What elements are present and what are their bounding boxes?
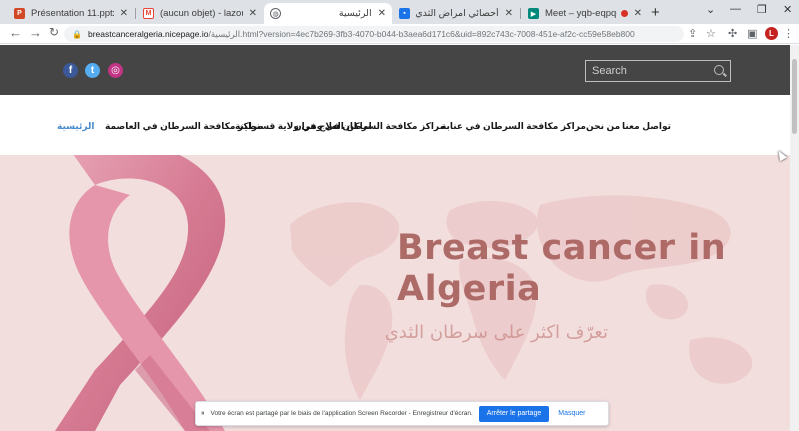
forward-arrow-icon[interactable]: → — [29, 25, 42, 40]
lock-icon[interactable]: 🔒 — [72, 30, 82, 39]
side-panel-icon[interactable]: ▣ — [747, 27, 757, 40]
site-topbar: f t ◎ — [0, 45, 790, 95]
browser-toolbar: ← → ↻ 🔒 breastcanceralgeria.nicepage.io … — [0, 24, 799, 44]
screen-share-bar: ⏸ Votre écran est partagé par le biais d… — [195, 401, 609, 426]
profile-avatar[interactable]: L — [765, 27, 778, 40]
close-icon[interactable]: ✕ — [634, 8, 642, 19]
back-arrow-icon[interactable]: ← — [9, 25, 22, 40]
site-icon: ▪ — [399, 8, 410, 19]
tab-title: Meet – yqb-eqpq-bih — [545, 8, 617, 19]
close-window-icon[interactable]: ✕ — [783, 3, 792, 16]
address-bar[interactable]: 🔒 breastcanceralgeria.nicepage.io /الرئي… — [64, 26, 684, 42]
restore-icon[interactable]: ❐ — [757, 3, 767, 16]
url-host: breastcanceralgeria.nicepage.io — [87, 29, 209, 39]
web-page: f t ◎ تواصل معنا من نحن مراكز مكافحة الس… — [0, 45, 790, 431]
page-scrollbar[interactable] — [790, 45, 799, 431]
reload-icon[interactable]: ↻ — [49, 25, 59, 39]
scrollbar-thumb[interactable] — [792, 59, 797, 134]
menu-dots-icon[interactable]: ⋮ — [783, 27, 794, 40]
close-icon[interactable]: ✕ — [120, 8, 128, 19]
hide-button[interactable]: Masquer — [558, 410, 585, 417]
share-icon[interactable]: ⇪ — [688, 27, 697, 40]
nav-item-home[interactable]: الرئيسية — [57, 121, 94, 132]
meet-icon: ▶ — [528, 8, 539, 19]
pink-ribbon-image — [55, 155, 226, 431]
nav-item-about[interactable]: من نحن — [586, 121, 620, 132]
powerpoint-icon: P — [14, 8, 25, 19]
hero-subtitle: تعرّف اكثر على سرطان الثدي — [384, 322, 608, 343]
close-icon[interactable]: ✕ — [249, 8, 257, 19]
extensions-puzzle-icon[interactable]: ✣ — [728, 27, 737, 40]
tab-divider — [520, 8, 521, 19]
tab-title: أحصائي امراض الثدي في الجزا — [416, 8, 499, 19]
hero-title-line2: Algeria — [397, 269, 542, 309]
twitter-icon[interactable]: t — [85, 63, 100, 78]
stop-sharing-button[interactable]: Arrêter le partage — [478, 405, 550, 422]
browser-tab-site[interactable]: ▪ أحصائي امراض الثدي في الجزا ✕ — [393, 3, 519, 24]
hero-title-line1: Breast cancer in — [397, 228, 727, 268]
site-search — [585, 60, 731, 82]
nav-item-contact[interactable]: تواصل معنا — [622, 121, 671, 132]
hero-title: Breast cancer in Algeria — [397, 228, 787, 310]
browser-tab-gmail[interactable]: M (aucun objet) - lazounedalal ✕ — [137, 3, 263, 24]
main-navigation: تواصل معنا من نحن مراكز مكافحة السرطان ف… — [0, 95, 790, 155]
minimize-icon[interactable]: — — [730, 3, 741, 15]
tab-title: الرئيسية — [338, 8, 372, 19]
nav-item-algiers[interactable]: مراكز مكافحة السرطان في العاصمة — [105, 121, 263, 132]
nav-item-annaba[interactable]: مراكز مكافحة السرطان في عنابة — [441, 121, 586, 132]
tab-divider — [135, 8, 136, 19]
gmail-icon: M — [143, 8, 154, 19]
url-path: /الرئيسية.html?version=4ec7b269-3fb3-407… — [208, 28, 635, 39]
search-input[interactable] — [592, 65, 707, 77]
instagram-icon[interactable]: ◎ — [108, 63, 123, 78]
browser-tabstrip: P Présentation 11.pptx - Micro ✕ M (aucu… — [0, 0, 799, 24]
share-message: Votre écran est partagé par le biais de … — [210, 410, 473, 417]
tab-title: Présentation 11.pptx - Micro — [31, 8, 114, 19]
facebook-icon[interactable]: f — [63, 63, 78, 78]
browser-tab-meet[interactable]: ▶ Meet – yqb-eqpq-bih ✕ — [522, 3, 648, 24]
new-tab-plus-icon[interactable]: + — [651, 4, 660, 21]
close-icon[interactable]: ✕ — [505, 8, 513, 19]
close-icon[interactable]: ✕ — [378, 8, 386, 19]
recording-icon — [620, 10, 628, 17]
search-icon[interactable] — [714, 65, 724, 75]
globe-icon: ◍ — [270, 8, 281, 19]
tab-search-chevron-icon[interactable]: ⌄ — [706, 3, 715, 16]
browser-tab-active[interactable]: ◍ الرئيسية ✕ — [264, 3, 392, 24]
hero-section: Breast cancer in Algeria تعرّف اكثر على … — [0, 155, 790, 431]
drag-handle-icon[interactable]: ⏸ — [201, 410, 205, 418]
browser-tab-powerpoint[interactable]: P Présentation 11.pptx - Micro ✕ — [8, 3, 134, 24]
bookmark-star-icon[interactable]: ☆ — [706, 27, 716, 40]
tab-title: (aucun objet) - lazounedalal — [160, 8, 243, 19]
